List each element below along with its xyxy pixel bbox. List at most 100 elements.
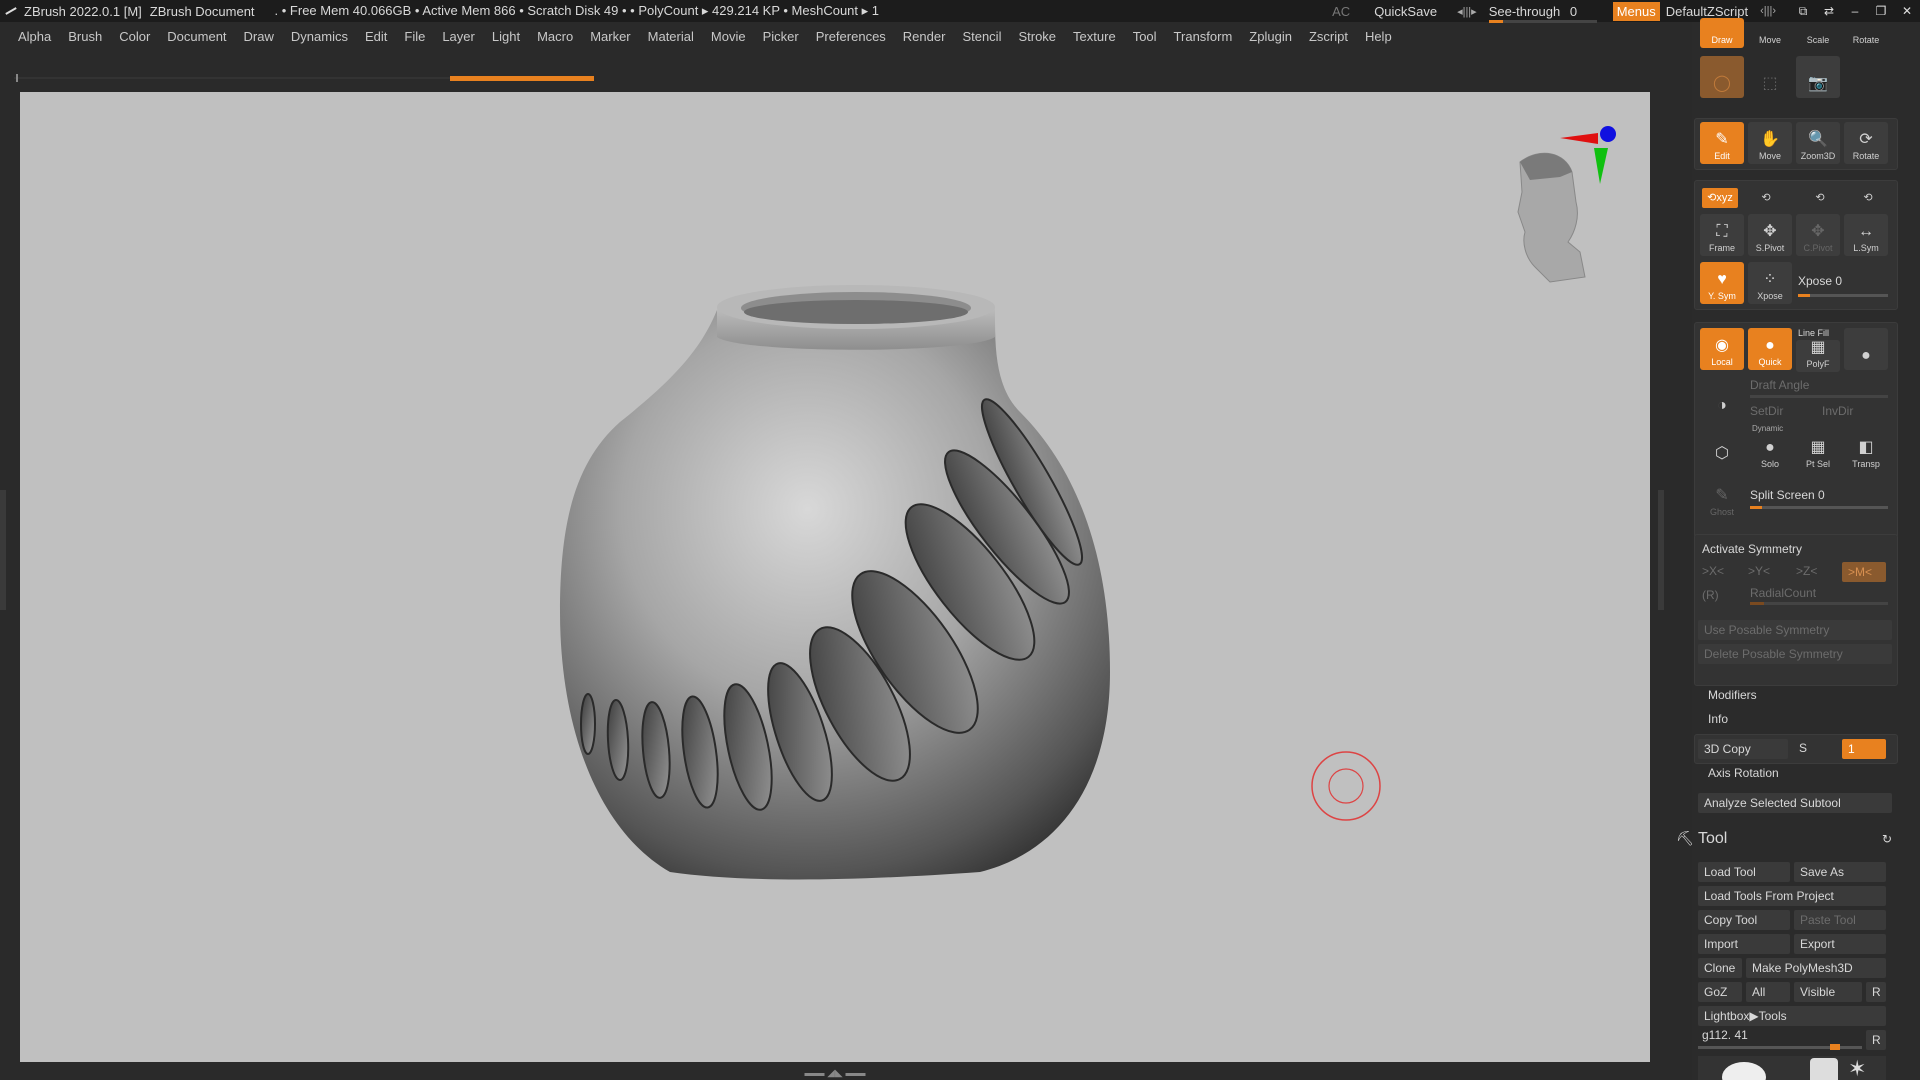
move-button[interactable]: ✋ Move [1748,122,1792,164]
m-axis-toggle[interactable]: >M< [1842,562,1886,582]
free-rotate-icon[interactable]: ⟲ [1850,188,1886,208]
layout-icon[interactable]: ⧉ [1790,4,1816,19]
info-header[interactable]: Info [1708,712,1728,726]
maximize-icon[interactable]: ❐ [1868,4,1894,18]
make-polymesh3d-button[interactable]: Make PolyMesh3D [1746,958,1886,978]
menu-marker[interactable]: Marker [590,29,630,44]
ysym-button[interactable]: ♥ Y. Sym [1700,262,1744,304]
split-screen-slider[interactable]: Split Screen 0 [1750,488,1825,502]
scale-tool-button[interactable]: Scale [1796,18,1840,48]
load-tool-button[interactable]: Load Tool [1698,862,1790,882]
current-tool-slider[interactable]: g112. 41 [1702,1028,1748,1042]
swap-icon[interactable]: ⇄ [1816,4,1842,18]
menu-edit[interactable]: Edit [365,29,387,44]
delete-posable-symmetry-button[interactable]: Delete Posable Symmetry [1698,644,1892,664]
copy-tool-button[interactable]: Copy Tool [1698,910,1790,930]
bpr-sphere-icon[interactable]: ● [1844,328,1888,370]
draft-angle-slider[interactable]: Draft Angle [1750,378,1809,392]
move-tool-button[interactable]: Move [1748,18,1792,48]
menu-render[interactable]: Render [903,29,946,44]
cylinder-thumbnail-icon[interactable] [1810,1058,1838,1080]
load-tools-from-project-button[interactable]: Load Tools From Project [1698,886,1886,906]
goz-visible-button[interactable]: Visible [1794,982,1862,1002]
ptsel-button[interactable]: ▦ Pt Sel [1796,434,1840,472]
polyf-button[interactable]: ▦ PolyF [1796,339,1840,372]
draft-angle-track[interactable] [1750,395,1888,398]
cpivot-button[interactable]: ✥ C.Pivot [1796,214,1840,256]
menu-picker[interactable]: Picker [763,29,799,44]
goz-button[interactable]: GoZ [1698,982,1742,1002]
menu-zscript[interactable]: Zscript [1309,29,1348,44]
copy3d-button[interactable]: 3D Copy [1698,739,1788,759]
z-axis-toggle[interactable]: >Z< [1796,564,1817,578]
invdir-button[interactable]: InvDir [1822,404,1853,418]
activate-symmetry-button[interactable]: Activate Symmetry [1702,542,1802,556]
current-tool-handle[interactable] [1830,1044,1840,1050]
menu-texture[interactable]: Texture [1073,29,1116,44]
default-zscript-button[interactable]: DefaultZScript [1666,4,1748,19]
radial-count-track[interactable] [1750,602,1888,605]
vase-model[interactable] [560,285,1110,880]
local-button[interactable]: ◉ Local [1700,328,1744,370]
material-sphere-icon[interactable]: ◯ [1700,56,1744,98]
canvas-viewport[interactable] [20,92,1650,1062]
menu-transform[interactable]: Transform [1174,29,1233,44]
radial-count-slider[interactable]: RadialCount [1750,586,1816,600]
menu-preferences[interactable]: Preferences [816,29,886,44]
current-tool-r-button[interactable]: R [1866,1030,1886,1050]
analyze-subtool-button[interactable]: Analyze Selected Subtool [1698,793,1892,813]
menu-layer[interactable]: Layer [442,29,475,44]
minimize-icon[interactable]: – [1842,4,1868,18]
save-as-button[interactable]: Save As [1794,862,1886,882]
rotate-button[interactable]: ⟳ Rotate [1844,122,1888,164]
menu-movie[interactable]: Movie [711,29,746,44]
cube-icon[interactable]: ⬡ [1700,426,1744,468]
goz-all-button[interactable]: All [1746,982,1790,1002]
menu-draw[interactable]: Draw [244,29,274,44]
ghost-button[interactable]: ✎ Ghost [1700,480,1744,520]
draw-tool-button[interactable]: Draw [1700,18,1744,48]
axis-rotation-header[interactable]: Axis Rotation [1708,766,1779,780]
clone-button[interactable]: Clone [1698,958,1742,978]
export-button[interactable]: Export [1794,934,1886,954]
menu-stroke[interactable]: Stroke [1018,29,1056,44]
x-axis-arrow[interactable] [1560,133,1598,144]
quicksave-button[interactable]: QuickSave [1374,4,1437,19]
menu-zplugin[interactable]: Zplugin [1249,29,1292,44]
vase-thumbnail-icon[interactable] [1722,1062,1766,1080]
navigation-gizmo[interactable] [1517,126,1616,283]
solo-button[interactable]: ● Solo [1748,434,1792,472]
z-rotate-icon[interactable]: ⟲ [1802,188,1838,208]
menu-tool[interactable]: Tool [1133,29,1157,44]
goz-r-button[interactable]: R [1866,982,1886,1002]
right-tray-handle[interactable] [1658,490,1664,610]
refresh-icon[interactable]: ↻ [1882,832,1892,846]
camera-icon[interactable]: 📷 [1796,56,1840,98]
menu-stencil[interactable]: Stencil [962,29,1001,44]
lightbox-tools-button[interactable]: Lightbox▶Tools [1698,1006,1886,1026]
quick-button[interactable]: ● Quick [1748,328,1792,370]
split-screen-track[interactable] [1750,506,1888,509]
setdir-button[interactable]: SetDir [1750,404,1783,418]
modifiers-header[interactable]: Modifiers [1708,688,1757,702]
edit-button[interactable]: ✎ Edit [1700,122,1744,164]
rotate-tool-button[interactable]: Rotate [1844,18,1888,48]
x-axis-toggle[interactable]: >X< [1702,564,1724,578]
y-axis-toggle[interactable]: >Y< [1748,564,1770,578]
menu-color[interactable]: Color [119,29,150,44]
menu-document[interactable]: Document [167,29,226,44]
menu-file[interactable]: File [404,29,425,44]
bottom-tray-handle[interactable]: ▬▬ ◢◣ ▬▬ [770,1068,900,1079]
use-posable-symmetry-button[interactable]: Use Posable Symmetry [1698,620,1892,640]
import-button[interactable]: Import [1698,934,1790,954]
tab-strip[interactable] [14,74,594,82]
lsym-button[interactable]: ↔ L.Sym [1844,214,1888,256]
tool-palette-title[interactable]: Tool [1698,830,1727,848]
y-axis-arrow[interactable] [1594,148,1608,184]
y-rotate-icon[interactable]: ⟲ [1748,188,1784,208]
contrast-icon[interactable]: ◑ [1700,378,1744,420]
edit-icon[interactable]: ⬚ [1748,56,1792,98]
menu-dynamics[interactable]: Dynamics [291,29,348,44]
menu-light[interactable]: Light [492,29,520,44]
menus-toggle[interactable]: Menus [1612,1,1660,21]
